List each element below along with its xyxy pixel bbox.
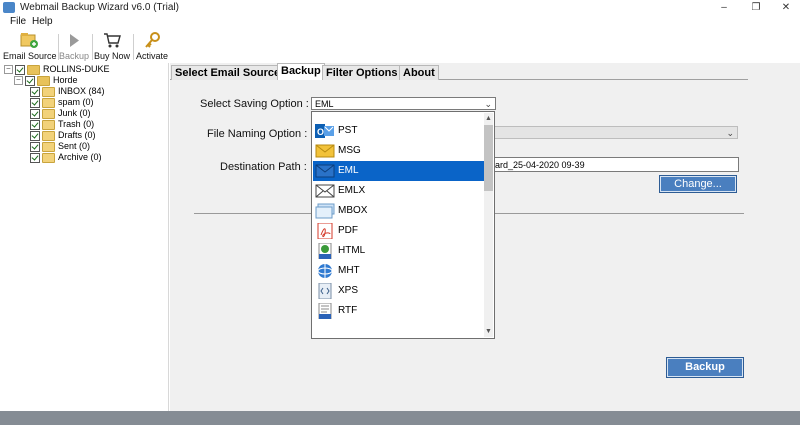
folder-icon: [42, 108, 55, 119]
collapse-icon[interactable]: –: [4, 65, 13, 75]
folder-icon: [42, 141, 55, 152]
option-emlx[interactable]: EMLX: [313, 181, 485, 201]
option-rtf[interactable]: RTF: [313, 301, 485, 321]
xps-icon: [318, 283, 332, 299]
menu-bar: [0, 16, 800, 29]
svg-text:O: O: [317, 127, 324, 137]
toolbar-separator: [92, 34, 93, 60]
app-icon: [3, 2, 15, 13]
status-bar: [0, 411, 800, 425]
scroll-down-icon[interactable]: ▼: [485, 328, 492, 335]
destination-path-label: Destination Path :: [220, 161, 307, 173]
play-icon: [70, 34, 79, 47]
option-mbox[interactable]: MBOX: [313, 201, 485, 221]
key-icon: [145, 32, 160, 48]
menu-file[interactable]: File: [10, 16, 26, 27]
dropdown-scrollbar[interactable]: ▲ ▼: [484, 113, 493, 337]
mbox-icon: [315, 203, 335, 219]
maximize-button[interactable]: ❐: [742, 0, 770, 16]
toolbar-separator: [133, 34, 134, 60]
saving-option-dropdown[interactable]: O PST MSG EML EMLX MBOX PDF HTML MHT XPS…: [311, 111, 495, 339]
folder-icon: [42, 86, 55, 97]
tree-folder-sent[interactable]: Sent (0): [30, 141, 90, 152]
tree-folder-trash[interactable]: Trash (0): [30, 119, 94, 130]
checkbox[interactable]: [30, 108, 40, 119]
close-button[interactable]: ✕: [772, 0, 800, 16]
pdf-icon: [317, 223, 333, 239]
option-msg[interactable]: MSG: [313, 141, 485, 161]
change-button[interactable]: Change...: [659, 175, 737, 193]
email-source-icon: [20, 33, 38, 48]
tab-filter-options[interactable]: Filter Options: [322, 65, 402, 80]
checkbox[interactable]: [30, 130, 40, 141]
saving-option-select[interactable]: EML ⌄: [311, 97, 496, 110]
file-naming-label: File Naming Option :: [207, 128, 308, 140]
checkbox[interactable]: [30, 119, 40, 130]
tree-folder-drafts[interactable]: Drafts (0): [30, 130, 96, 141]
buy-now-button[interactable]: Buy Now: [94, 31, 130, 63]
checkbox[interactable]: [25, 75, 35, 86]
tab-select-email-source[interactable]: Select Email Source: [171, 65, 285, 80]
eml-icon: [315, 164, 335, 178]
minimize-button[interactable]: –: [710, 0, 738, 16]
scrollbar-thumb[interactable]: [484, 125, 493, 191]
emlx-icon: [315, 184, 335, 198]
tree-folder-archive[interactable]: Archive (0): [30, 152, 102, 163]
scroll-up-icon[interactable]: ▲: [485, 115, 492, 122]
account-folder-icon: [37, 75, 50, 86]
tree-root-node[interactable]: – ROLLINS-DUKE: [4, 64, 110, 75]
tree-folder-junk[interactable]: Junk (0): [30, 108, 91, 119]
menu-help[interactable]: Help: [32, 16, 53, 27]
checkbox[interactable]: [30, 86, 40, 97]
backup-toolbar-button[interactable]: Backup: [59, 31, 89, 63]
folder-icon: [42, 152, 55, 163]
saving-option-label: Select Saving Option :: [200, 98, 309, 110]
option-mht[interactable]: MHT: [313, 261, 485, 281]
cart-icon: [104, 33, 121, 48]
computer-icon: [27, 64, 40, 75]
option-eml[interactable]: EML: [313, 161, 485, 181]
option-html[interactable]: HTML: [313, 241, 485, 261]
folder-icon: [42, 97, 55, 108]
tree-account-node[interactable]: – Horde: [14, 75, 78, 86]
activate-button[interactable]: Activate: [135, 31, 169, 63]
tab-about[interactable]: About: [399, 65, 439, 80]
outlook-icon: O: [315, 124, 334, 138]
folder-icon: [42, 119, 55, 130]
rtf-icon: [318, 303, 332, 319]
checkbox[interactable]: [30, 141, 40, 152]
option-pdf[interactable]: PDF: [313, 221, 485, 241]
chevron-down-icon: ⌄: [484, 99, 492, 109]
mht-icon: [317, 264, 333, 278]
email-source-button[interactable]: Email Source: [3, 31, 57, 63]
tab-backup[interactable]: Backup: [277, 63, 325, 81]
checkbox[interactable]: [30, 152, 40, 163]
option-xps[interactable]: XPS: [313, 281, 485, 301]
backup-button[interactable]: Backup: [666, 357, 744, 378]
option-pst[interactable]: O PST: [313, 121, 485, 141]
folder-icon: [42, 130, 55, 141]
window-title: Webmail Backup Wizard v6.0 (Trial): [20, 2, 179, 13]
chevron-down-icon: ⌄: [726, 128, 734, 138]
envelope-icon: [315, 144, 335, 158]
checkbox[interactable]: [15, 64, 25, 75]
html-icon: [318, 243, 332, 259]
checkbox[interactable]: [30, 97, 40, 108]
collapse-icon[interactable]: –: [14, 76, 23, 86]
tree-folder-inbox[interactable]: INBOX (84): [30, 86, 105, 97]
tree-folder-spam[interactable]: spam (0): [30, 97, 94, 108]
